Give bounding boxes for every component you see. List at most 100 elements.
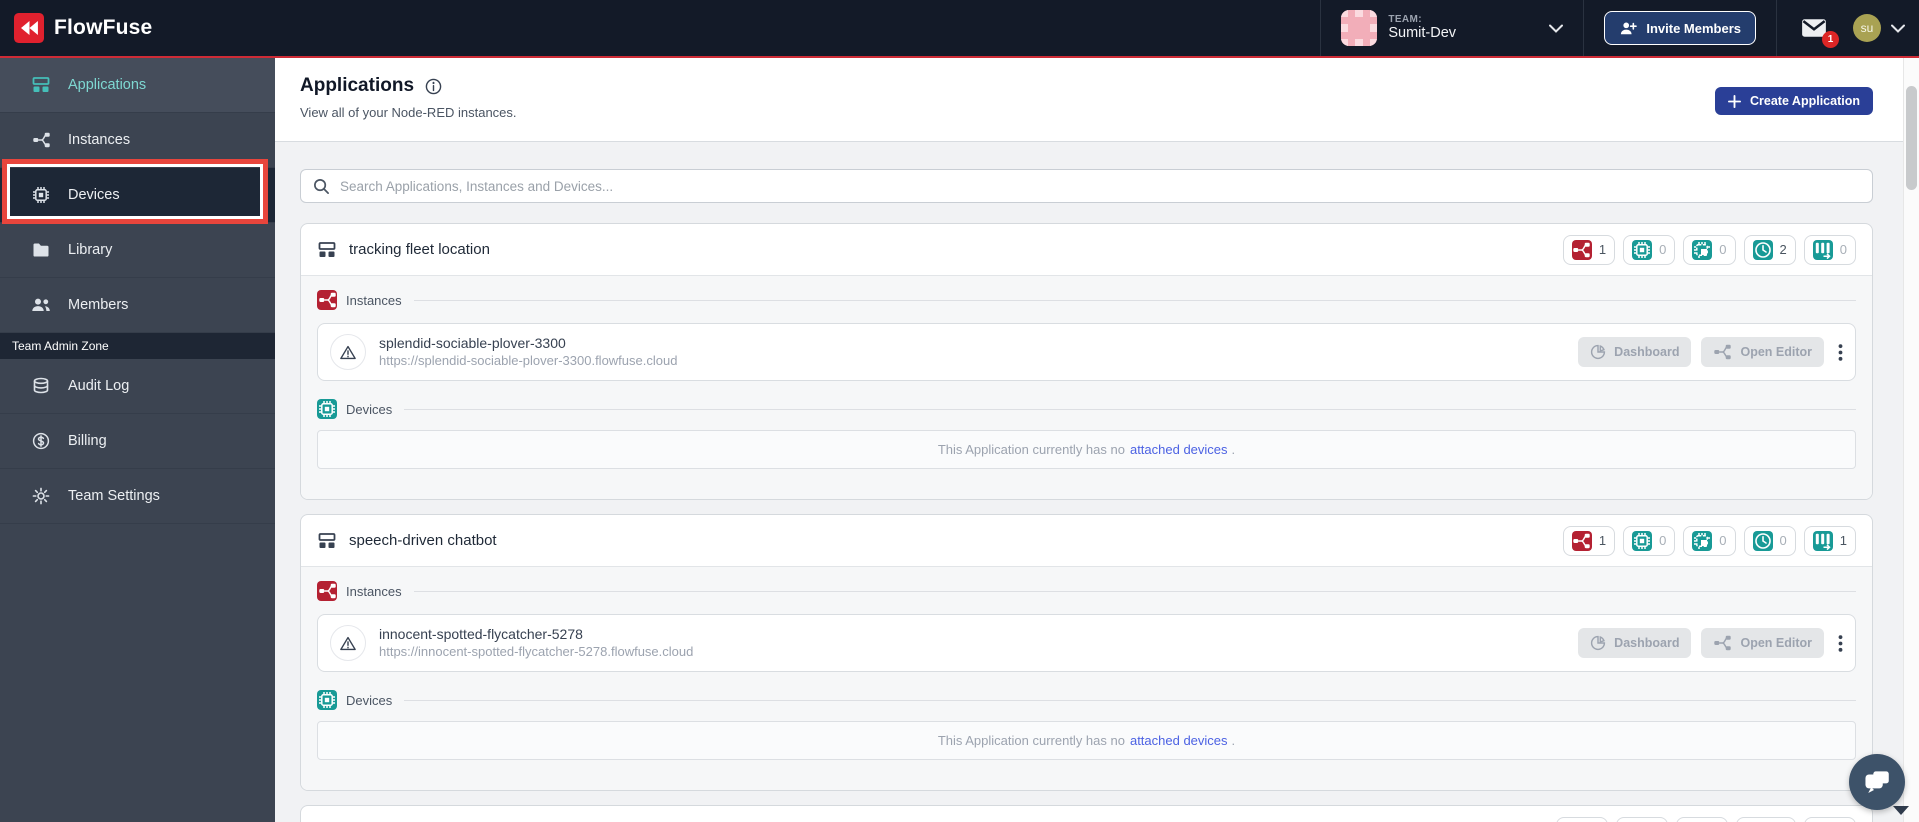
badge-instances: 1 [1562,234,1616,265]
invite-members-button[interactable]: Invite Members [1604,11,1756,45]
application-card: test310200 [300,805,1873,822]
section-divider [413,590,1856,592]
application-card-header[interactable]: speech-driven chatbot 1 0 0 0 1 [301,515,1872,566]
info-icon[interactable] [425,78,442,95]
dashboard-button[interactable]: Dashboard [1578,628,1692,658]
instance-meta: innocent-spotted-flycatcher-5278 https://… [379,626,693,660]
sidebar-item-library[interactable]: Library [0,223,275,278]
application-badges: 3 1 0 20 0 [1555,816,1856,822]
no-devices-message: This Application currently has no attache… [317,721,1856,760]
sidebar-item-label: Audit Log [68,378,130,394]
search-bar[interactable] [300,169,1873,203]
content: tracking fleet location10020Instancesspl… [275,142,1903,822]
team-selector[interactable]: TEAM: Sumit-Dev [1321,0,1583,56]
search-input[interactable] [340,178,1860,194]
badge-count: 2 [1779,242,1787,257]
application-icon [317,532,336,550]
application-card-body: Instances innocent-spotted-flycatcher-527… [301,566,1872,790]
devices-icon [31,186,51,204]
open-editor-button-label: Open Editor [1740,345,1812,359]
notifications-button[interactable]: 1 [1777,0,1853,56]
chevron-down-icon [1891,24,1905,33]
badge-device-groups: 0 [1676,816,1729,822]
devices-section-header-label: Devices [346,692,393,708]
devices-section-header: Devices [317,399,1856,419]
badge-count: 0 [1779,533,1787,548]
open-editor-button[interactable]: Open Editor [1701,337,1824,367]
sidebar-item-audit-log[interactable]: Audit Log [0,359,275,414]
instance-name: innocent-spotted-flycatcher-5278 [379,626,583,643]
invite-members-label: Invite Members [1646,20,1741,36]
pie-chart-icon [1590,344,1606,360]
sidebar-item-team-settings[interactable]: Team Settings [0,469,275,524]
sidebar-item-applications[interactable]: Applications [0,58,275,113]
main-content: Applications View all of your Node-RED i… [275,58,1903,822]
sidebar-item-label: Applications [68,77,147,93]
badge-snapshots: 20 [1736,816,1796,822]
snapshots-icon [1752,530,1773,551]
sidebar-item-label: Team Settings [68,488,160,504]
instances-section-header: Instances [317,290,1856,310]
sidebar-item-label: Instances [68,132,131,148]
sidebar-item-label: Billing [68,433,107,449]
node-red-icon [1713,343,1732,361]
plus-icon [1728,94,1742,108]
application-badges: 1 0 0 0 1 [1562,525,1856,556]
pipelines-icon [1812,530,1833,551]
instance-row[interactable]: innocent-spotted-flycatcher-5278 https://… [317,614,1856,672]
kebab-menu-button[interactable] [1838,343,1843,362]
node-red-icon [1713,634,1732,652]
devices-icon [1632,530,1653,551]
application-card-header[interactable]: tracking fleet location 1 0 0 2 0 [301,224,1872,275]
badge-count: 0 [1659,533,1667,548]
instance-row[interactable]: splendid-sociable-plover-3300 https://spl… [317,323,1856,381]
search-icon [313,178,330,195]
badge-devices: 0 [1623,525,1676,556]
pie-chart-icon [1590,635,1606,651]
application-card-header[interactable]: test310200 [301,806,1872,822]
members-icon [31,297,51,313]
instances-section-header-label: Instances [346,292,402,308]
team-avatar [1341,10,1378,46]
page-header: Applications View all of your Node-RED i… [275,58,1903,142]
open-editor-button[interactable]: Open Editor [1701,628,1824,658]
warning-icon [338,343,358,362]
sidebar-item-instances[interactable]: Instances [0,113,275,168]
sidebar-nav: Applications Instances Devices Library Membe… [0,58,275,333]
badge-count: 1 [1839,533,1847,548]
navbar-accent-line [0,56,1919,58]
attached-devices-link[interactable]: attached devices [1130,442,1228,457]
brand[interactable]: FlowFuse [14,13,152,43]
sidebar-item-billing[interactable]: Billing [0,414,275,469]
instances-icon [317,581,337,601]
instances-icon [31,131,51,149]
sidebar-item-label: Library [68,242,113,258]
no-devices-message: This Application currently has no attache… [317,430,1856,469]
page-subtitle: View all of your Node-RED instances. [300,105,517,120]
sidebar: Applications Instances Devices Library Membe… [0,58,275,822]
no-devices-suffix: . [1231,733,1236,748]
device-group-icon [1692,530,1713,551]
badge-count: 0 [1719,533,1727,548]
kebab-menu-button[interactable] [1838,634,1843,653]
attached-devices-link[interactable]: attached devices [1130,733,1228,748]
badge-pipelines: 0 [1803,234,1856,265]
scrollbar-thumb[interactable] [1906,86,1917,190]
create-application-button[interactable]: Create Application [1715,87,1873,115]
dashboard-button-label: Dashboard [1614,345,1680,359]
badge-snapshots: 0 [1743,525,1796,556]
warning-icon [338,634,358,653]
section-divider [404,699,1856,701]
chat-widget-button[interactable] [1849,754,1905,810]
notification-badge: 1 [1822,31,1839,48]
instance-meta: splendid-sociable-plover-3300 https://spl… [379,335,677,369]
user-menu[interactable]: su [1853,14,1919,42]
instance-url: https://splendid-sociable-plover-3300.fl… [379,352,678,368]
sidebar-item-devices[interactable]: Devices [0,159,275,224]
section-divider [404,408,1856,410]
instances-section-header: Instances [317,581,1856,601]
library-icon [31,242,51,258]
scrollbar[interactable] [1903,58,1919,822]
sidebar-item-members[interactable]: Members [0,278,275,333]
dashboard-button[interactable]: Dashboard [1578,337,1692,367]
